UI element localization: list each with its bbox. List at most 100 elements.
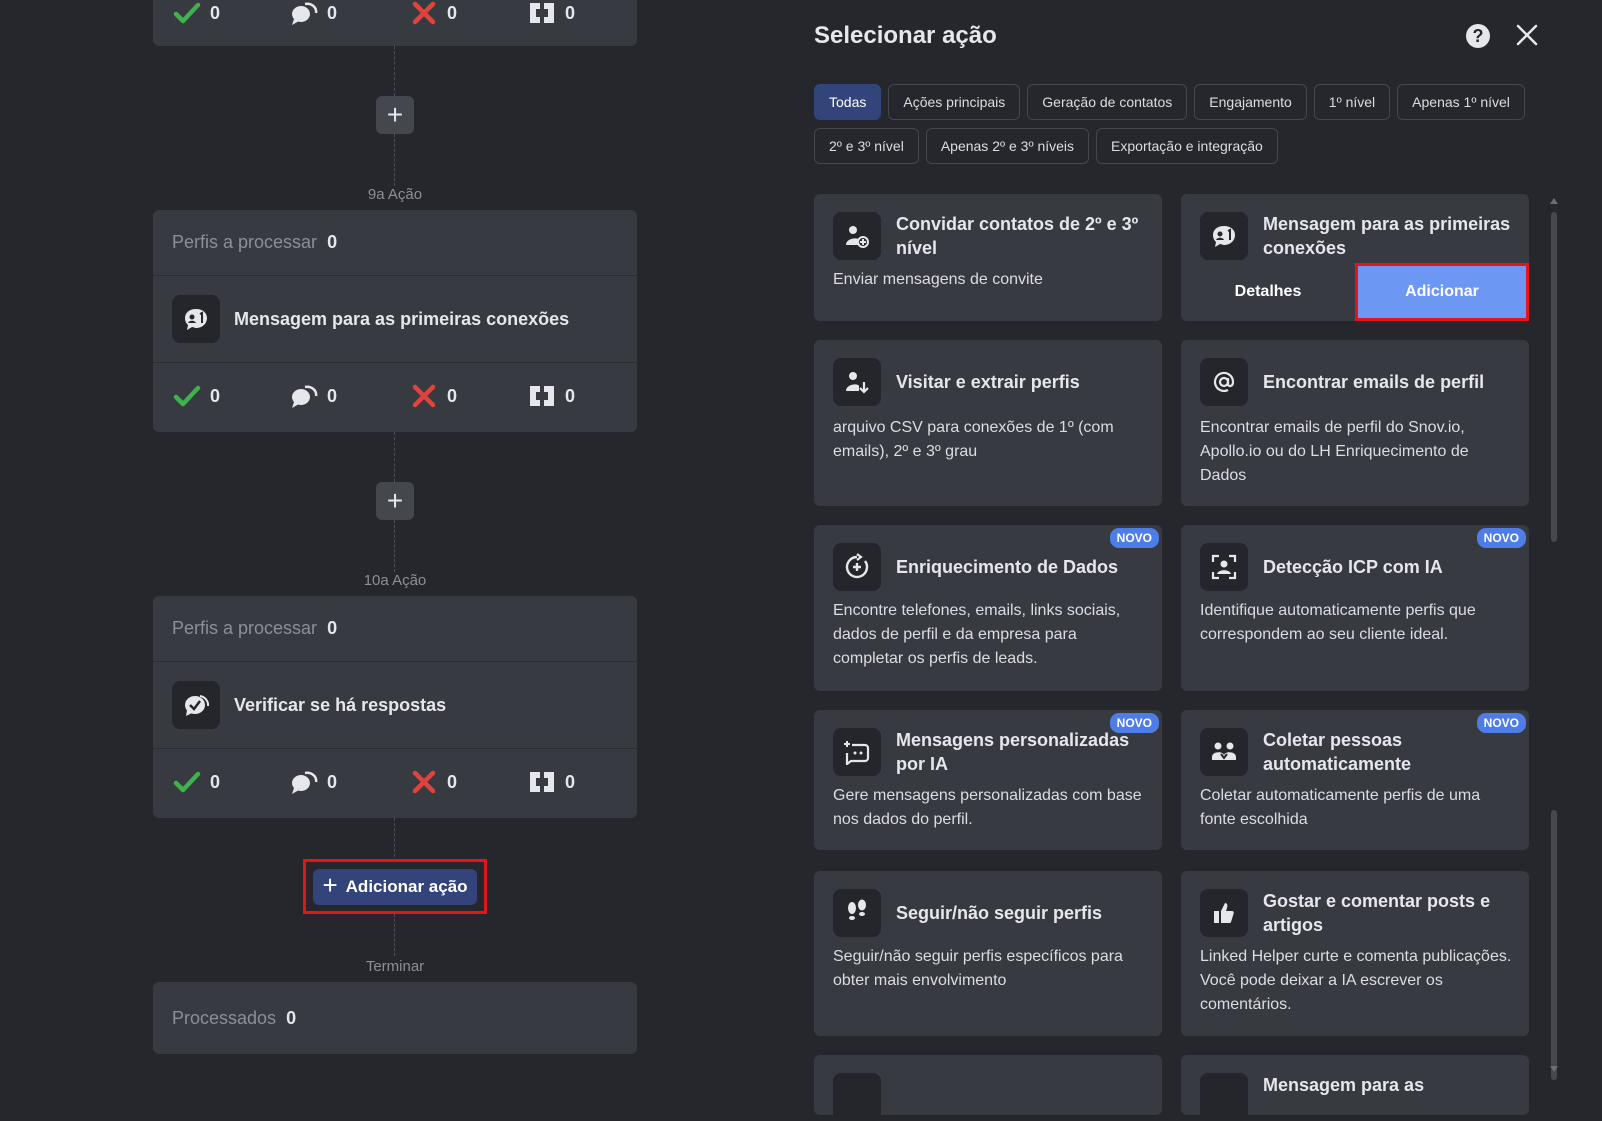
panel-title: Selecionar ação: [814, 22, 997, 49]
cross-icon: [409, 0, 439, 28]
action-card-follow-unfollow[interactable]: Seguir/não seguir perfis Seguir/não segu…: [814, 871, 1162, 1036]
step-action[interactable]: Mensagem para as primeiras conexões: [153, 276, 637, 363]
action-card-invite[interactable]: Convidar contatos de 2º e 3º nível Envia…: [814, 194, 1162, 321]
stat-done: 0: [172, 381, 220, 411]
at-sign-icon: [1200, 358, 1248, 406]
filter-chip-todas[interactable]: Todas: [814, 84, 882, 120]
stat-replies: 0: [289, 767, 337, 797]
step-card-9[interactable]: Perfis a processar 0 Mensagem para as pri…: [153, 210, 637, 432]
scroll-down-arrow-icon[interactable]: [1550, 1066, 1558, 1072]
stat-done: 0: [172, 767, 220, 797]
collect-people-icon: [1200, 728, 1248, 776]
chat-bubbles-icon: [289, 381, 319, 411]
action-card-find-emails[interactable]: Encontrar emails de perfil Encontrar ema…: [1181, 340, 1529, 506]
connector-line: [394, 914, 395, 956]
chat-bubbles-icon: [289, 0, 319, 28]
profiles-to-process: Perfis a processar 0: [153, 210, 637, 276]
skip-icon: [527, 0, 557, 28]
plus-icon: +: [322, 870, 338, 900]
checkmark-icon: [172, 767, 202, 797]
checkmark-icon: [172, 0, 202, 28]
step-action[interactable]: Verificar se há respostas: [153, 662, 637, 749]
connector-line: [394, 818, 395, 862]
workflow-canvas: 0 0 0 0 + 9a Ação Perfis a processar 0 Me…: [0, 0, 790, 1087]
select-action-panel: Selecionar ação ? Todas Ações principais…: [790, 0, 1602, 1121]
action-card-message-first-connections[interactable]: Mensagem para as primeiras conexões Deta…: [1181, 194, 1529, 321]
skip-icon: [527, 381, 557, 411]
visit-extract-icon: [833, 358, 881, 406]
generic-action-icon: [833, 1073, 881, 1121]
stat-done: 0: [172, 0, 220, 28]
invite-user-icon: [833, 212, 881, 260]
filter-chip-first-level[interactable]: 1º nível: [1313, 84, 1391, 120]
scrollbar-track-segment: [1551, 810, 1557, 1080]
stat-replies: 0: [289, 0, 337, 28]
stat-skipped: 0: [527, 0, 575, 28]
end-card: Processados 0: [153, 982, 637, 1054]
scroll-up-arrow-icon[interactable]: [1550, 198, 1558, 204]
scrollbar-thumb[interactable]: [1551, 212, 1557, 542]
add-button-highlight: Adicionar: [1355, 263, 1529, 321]
step-stats: 0 0 0 0: [153, 0, 637, 46]
add-action-button[interactable]: + Adicionar ação: [313, 868, 477, 905]
help-icon[interactable]: ?: [1466, 24, 1490, 48]
card-hover-buttons: Detalhes Adicionar: [1181, 263, 1529, 321]
processed-row: Processados 0: [172, 1007, 297, 1028]
connector-line: [394, 520, 395, 572]
thumbs-up-icon: [1200, 889, 1248, 937]
action-card-icp-detection[interactable]: NOVO Detecção ICP com IA Identifique aut…: [1181, 525, 1529, 691]
stat-failed: 0: [409, 767, 457, 797]
cross-icon: [409, 381, 439, 411]
stat-failed: 0: [409, 381, 457, 411]
stat-skipped: 0: [527, 381, 575, 411]
step-label: 9a Ação: [367, 186, 423, 203]
step-card-8: 0 0 0 0: [153, 0, 637, 46]
connector-line: [394, 134, 395, 186]
message-icon: [1200, 1073, 1248, 1121]
filter-chip-contact-generation[interactable]: Geração de contatos: [1027, 84, 1188, 120]
close-icon[interactable]: [1512, 20, 1542, 50]
message-first-connections-icon: [172, 295, 220, 343]
details-button[interactable]: Detalhes: [1181, 263, 1355, 321]
checkmark-icon: [172, 381, 202, 411]
step-stats: 0 0 0 0: [153, 363, 637, 429]
step-stats: 0 0 0 0: [153, 749, 637, 815]
connector-line: [394, 46, 395, 96]
cross-icon: [409, 767, 439, 797]
step-label: 10a Ação: [363, 572, 427, 589]
filter-chips: Todas Ações principais Geração de contat…: [814, 84, 1544, 164]
connector-line: [394, 432, 395, 482]
skip-icon: [527, 767, 557, 797]
icp-detection-icon: [1200, 543, 1248, 591]
ai-message-icon: [833, 728, 881, 776]
panel-scrollbar[interactable]: [1548, 198, 1560, 1080]
add-action-highlight: + Adicionar ação: [303, 859, 487, 914]
action-card-partial[interactable]: [814, 1055, 1162, 1121]
insert-step-button[interactable]: +: [376, 482, 414, 520]
footsteps-icon: [833, 889, 881, 937]
check-replies-icon: [172, 681, 220, 729]
profiles-to-process: Perfis a processar 0: [153, 596, 637, 662]
filter-chip-engagement[interactable]: Engajamento: [1194, 84, 1307, 120]
insert-step-button[interactable]: +: [376, 96, 414, 134]
step-card-10[interactable]: Perfis a processar 0 Verificar se há resp…: [153, 596, 637, 818]
action-card-ai-messages[interactable]: NOVO Mensagens personalizadas por IA Ger…: [814, 710, 1162, 850]
filter-chip-export-integration[interactable]: Exportação e integração: [1096, 128, 1278, 164]
message-first-connections-icon: [1200, 212, 1248, 260]
add-button[interactable]: Adicionar: [1358, 266, 1526, 318]
action-card-message-partial[interactable]: Mensagem para as: [1181, 1055, 1529, 1121]
filter-chip-only-first-level[interactable]: Apenas 1º nível: [1397, 84, 1525, 120]
action-card-collect-people[interactable]: NOVO Coletar pessoas automaticamente Col…: [1181, 710, 1529, 850]
chat-bubbles-icon: [289, 767, 319, 797]
action-card-data-enrichment[interactable]: NOVO Enriquecimento de Dados Encontre te…: [814, 525, 1162, 691]
filter-chip-second-third-level[interactable]: 2º e 3º nível: [814, 128, 919, 164]
end-label: Terminar: [365, 958, 425, 975]
action-card-visit-extract[interactable]: Visitar e extrair perfis arquivo CSV par…: [814, 340, 1162, 506]
stat-failed: 0: [409, 0, 457, 28]
action-card-like-comment[interactable]: Gostar e comentar posts e artigos Linked…: [1181, 871, 1529, 1036]
stat-replies: 0: [289, 381, 337, 411]
stat-skipped: 0: [527, 767, 575, 797]
filter-chip-only-second-third[interactable]: Apenas 2º e 3º níveis: [925, 128, 1090, 164]
data-enrichment-icon: [833, 543, 881, 591]
filter-chip-main-actions[interactable]: Ações principais: [888, 84, 1021, 120]
